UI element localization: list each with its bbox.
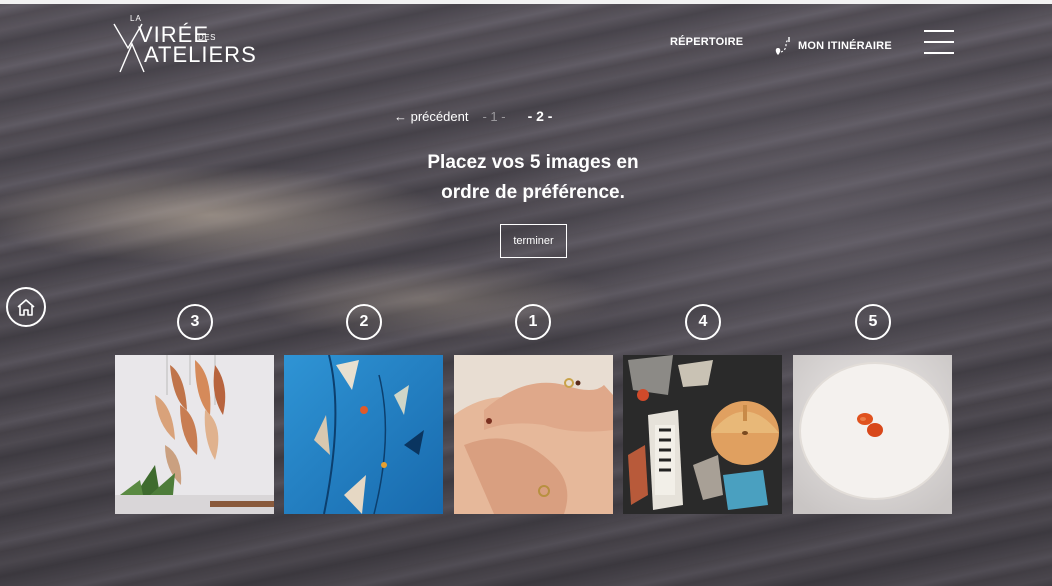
artwork-image [454,355,613,514]
page-1-indicator[interactable]: - 1 - [482,109,505,124]
logo-ateliers: ATELIERS [144,42,257,67]
site-logo[interactable]: LA VIRÉE DES ATELIERS [108,14,256,73]
nav-itinerary[interactable]: MON ITINÉRAIRE [774,36,892,56]
nav-repertoire[interactable]: RÉPERTOIRE [670,36,743,48]
logo-des: DES [198,33,216,42]
nav-itinerary-label: MON ITINÉRAIRE [798,40,892,52]
rank-badge: 1 [515,304,551,340]
finish-button[interactable]: terminer [500,224,567,258]
title-line-1: Placez vos 5 images en [427,152,639,173]
rank-badge: 4 [685,304,721,340]
artwork-image [284,355,443,514]
page-title: Placez vos 5 images en ordre de préféren… [0,148,1052,208]
image-card-hands-with-rings[interactable] [454,355,613,514]
artwork-image [793,355,952,514]
image-card-blue-abstract-painting[interactable] [284,355,443,514]
page-2-indicator: - 2 - [527,108,553,124]
home-button[interactable] [6,287,46,327]
route-pin-icon [775,37,790,55]
rank-badge: 2 [346,304,382,340]
image-card-white-plate-with-fruit[interactable] [793,355,952,514]
top-border [0,0,1052,4]
rank-badge: 5 [855,304,891,340]
previous-link[interactable]: ← précédent [394,109,468,124]
home-icon [17,299,35,316]
image-card-wood-petal-lamp[interactable] [115,355,274,514]
image-card-collage-with-wooden-vessel[interactable] [623,355,782,514]
title-line-2: ordre de préférence. [441,182,625,203]
artwork-image [623,355,782,514]
pager: ← précédent - 1 - - 2 - [394,108,552,124]
artwork-image [115,355,274,514]
rank-badge: 3 [177,304,213,340]
hamburger-menu-icon[interactable] [924,30,954,54]
